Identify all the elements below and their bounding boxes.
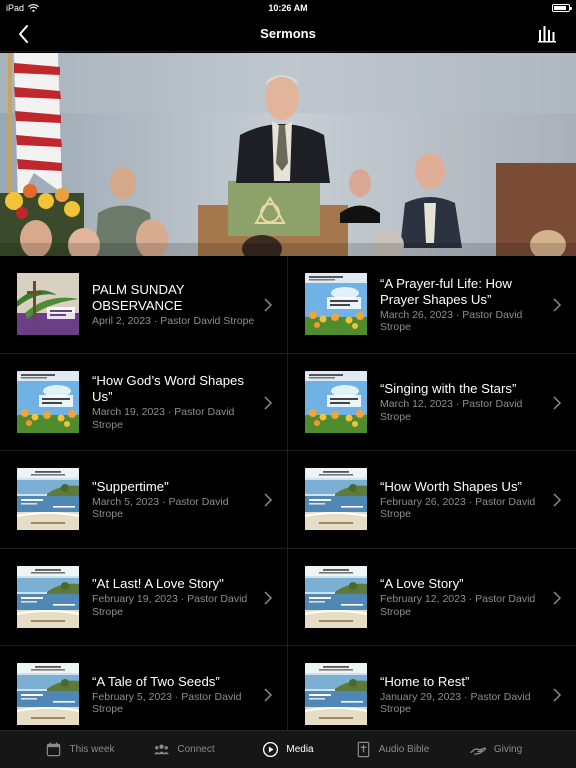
sermon-meta: March 5, 2023 · Pastor David Strope (92, 495, 229, 521)
sermon-title: “A Prayer-ful Life: How Prayer Shapes Us… (380, 275, 512, 307)
play-icon (263, 741, 279, 758)
sermon-title: "At Last! A Love Story" (92, 576, 224, 591)
sermon-item[interactable]: "Suppertime" March 5, 2023 · Pastor Davi… (0, 451, 288, 548)
sermon-meta: April 2, 2023 · Pastor David Strope (92, 314, 255, 327)
bible-icon (357, 741, 370, 758)
sermon-item[interactable]: “How God’s Word Shapes Us” March 19, 202… (0, 353, 288, 451)
sermon-title: “How God’s Word Shapes Us” (92, 373, 244, 404)
chevron-right-icon (553, 395, 562, 410)
tab-audio-bible[interactable]: Audio Bible (340, 731, 444, 768)
sermon-thumbnail (17, 663, 79, 725)
calendar-icon (47, 742, 61, 757)
sermon-row: PALM SUNDAY OBSERVANCE April 2, 2023 · P… (0, 256, 576, 354)
chevron-right-icon (553, 590, 562, 605)
tab-bar: This week Connect Media Audio Bible Givi… (0, 730, 576, 768)
tab-giving[interactable]: Giving (444, 731, 548, 768)
sermon-meta: February 19, 2023 · Pastor David Strope (92, 593, 248, 618)
sermon-meta: January 29, 2023 · Pastor David Strope (380, 690, 531, 716)
sermon-meta: February 5, 2023 · Pastor David Strope (92, 690, 242, 716)
sermon-meta: March 12, 2023 · Pastor David Strope (380, 398, 523, 423)
sermon-title: “A Tale of Two Seeds” (92, 673, 220, 689)
sermon-meta: March 26, 2023 · Pastor David Strope (380, 308, 523, 334)
chevron-right-icon (553, 493, 562, 507)
sermon-thumbnail (17, 565, 79, 628)
sermon-meta: March 19, 2023 · Pastor David Strope (92, 406, 235, 431)
status-time: 10:26 AM (268, 3, 308, 13)
sermon-item[interactable]: “A Love Story” February 12, 2023 · Pasto… (288, 549, 576, 646)
sermon-title: "Suppertime" (92, 478, 169, 494)
status-bar: iPad 10:26 AM (0, 0, 576, 16)
tab-media[interactable]: Media (236, 731, 340, 768)
library-button[interactable] (536, 24, 560, 44)
sermon-thumbnail (17, 370, 79, 433)
sermon-thumbnail (305, 370, 367, 433)
sermon-list: PALM SUNDAY OBSERVANCE April 2, 2023 · P… (0, 256, 576, 730)
navigation-bar: Sermons (0, 16, 576, 52)
sermon-title: “A Love Story” (380, 576, 464, 591)
sermon-item[interactable]: "At Last! A Love Story" February 19, 202… (0, 548, 288, 646)
people-icon (154, 744, 170, 755)
chevron-right-icon (553, 688, 562, 702)
sermon-thumbnail (305, 565, 367, 628)
sermon-item[interactable]: PALM SUNDAY OBSERVANCE April 2, 2023 · P… (0, 256, 288, 353)
sermon-title: “Singing with the Stars” (380, 381, 517, 396)
sermon-item[interactable]: “A Prayer-ful Life: How Prayer Shapes Us… (288, 256, 576, 353)
sermon-title: “Home to Rest” (380, 673, 470, 689)
library-bars-icon (538, 26, 556, 43)
giving-icon (470, 747, 486, 755)
chevron-right-icon (264, 493, 273, 507)
tab-label: This week (69, 744, 115, 755)
sermon-thumbnail (305, 273, 367, 335)
tab-label: Giving (493, 744, 523, 755)
sermon-thumbnail (305, 468, 367, 530)
chevron-right-icon (264, 590, 273, 605)
sermon-thumbnail (305, 663, 367, 725)
tab-label: Connect (177, 744, 215, 755)
battery-icon (552, 4, 572, 12)
featured-sermon-image[interactable] (0, 53, 576, 256)
sermon-item[interactable]: “Home to Rest” January 29, 2023 · Pastor… (288, 646, 576, 730)
sermon-meta: February 12, 2023 · Pastor David Strope (380, 593, 536, 618)
sermon-thumbnail (17, 273, 79, 335)
chevron-right-icon (264, 688, 273, 702)
chevron-right-icon (264, 298, 273, 312)
sermon-row: “A Tale of Two Seeds” February 5, 2023 ·… (0, 646, 576, 730)
chevron-right-icon (553, 298, 562, 312)
tab-label: Audio Bible (378, 744, 430, 755)
chevron-right-icon (264, 395, 273, 410)
sermon-thumbnail (17, 468, 79, 530)
sermon-item[interactable]: “Singing with the Stars” March 12, 2023 … (288, 354, 576, 451)
sermon-title: “How Worth Shapes Us” (380, 478, 522, 494)
sermon-row: "At Last! A Love Story" February 19, 202… (0, 548, 576, 646)
sermon-row: "Suppertime" March 5, 2023 · Pastor Davi… (0, 451, 576, 549)
sermon-title: PALM SUNDAY OBSERVANCE (92, 281, 185, 313)
sermon-item[interactable]: “How Worth Shapes Us” February 26, 2023 … (288, 451, 576, 548)
sermon-row: “How God’s Word Shapes Us” March 19, 202… (0, 353, 576, 451)
tab-this-week[interactable]: This week (28, 731, 132, 768)
page-title: Sermons (260, 26, 316, 41)
sermon-item[interactable]: “A Tale of Two Seeds” February 5, 2023 ·… (0, 646, 288, 730)
tab-connect[interactable]: Connect (132, 731, 236, 768)
tab-label: Media (286, 744, 314, 755)
sermon-meta: February 26, 2023 · Pastor David Strope (380, 495, 536, 521)
